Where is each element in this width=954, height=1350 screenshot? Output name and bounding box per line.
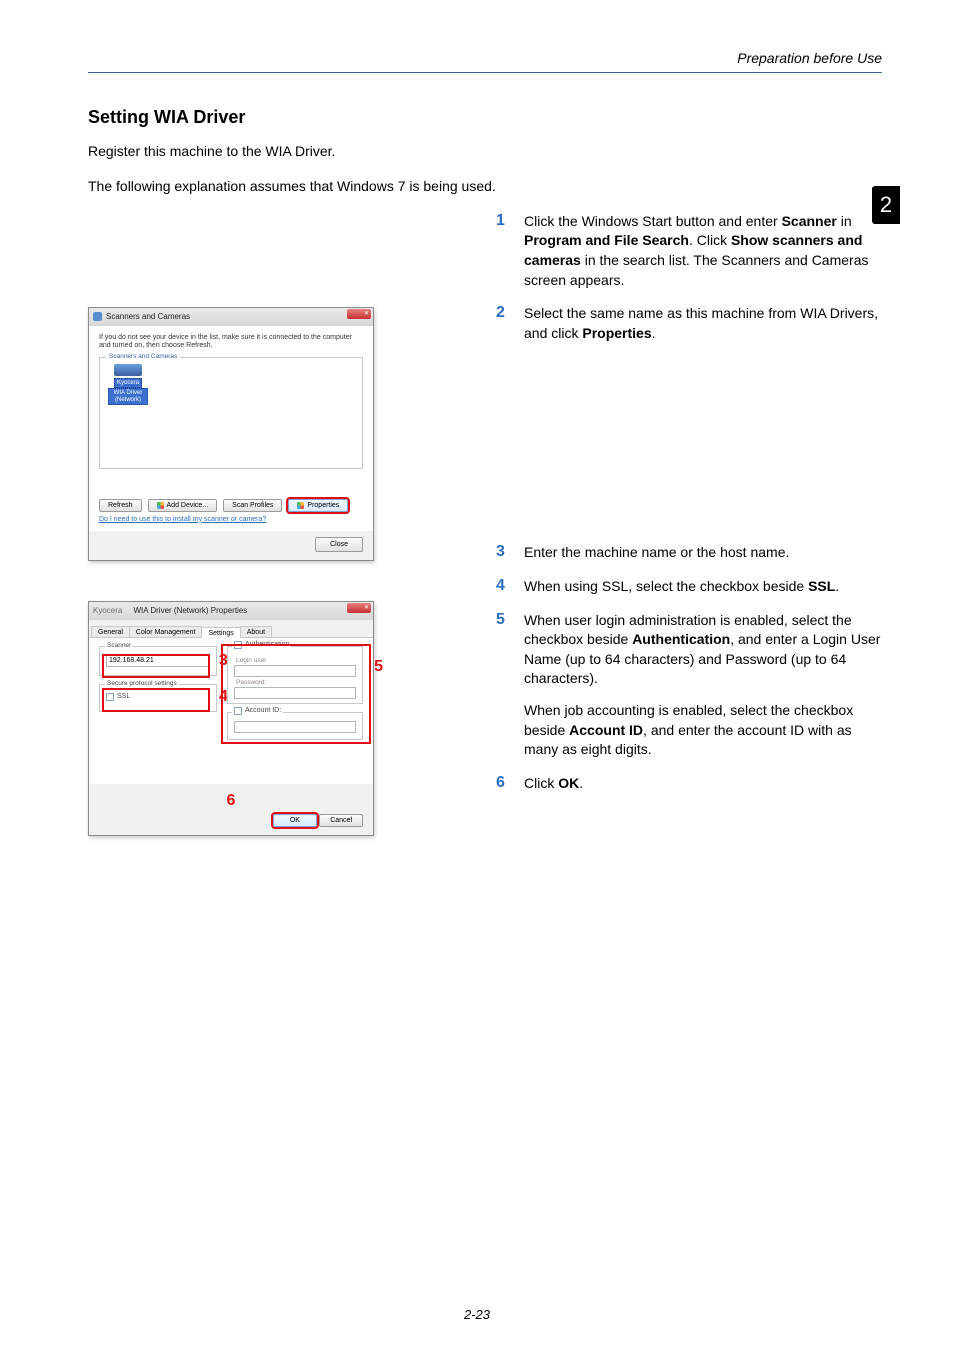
properties-button[interactable]: Properties: [288, 499, 348, 512]
tab-color-management[interactable]: Color Management: [129, 626, 203, 637]
device-label-line2: WIA Driver (Network): [108, 388, 148, 405]
add-device-label: Add Device...: [167, 502, 209, 509]
authentication-fieldset: Authentication Login user Password:: [227, 646, 363, 704]
window-close-icon[interactable]: ✕: [347, 309, 371, 319]
step-5: 5 When user login administration is enab…: [496, 611, 882, 760]
scanner-legend: Scanner: [105, 642, 133, 649]
ssl-checkbox[interactable]: SSL: [106, 693, 210, 701]
step-number: 3: [496, 543, 508, 563]
step-2: 2 Select the same name as this machine f…: [496, 304, 882, 343]
step-1: 1 Click the Windows Start button and ent…: [496, 212, 882, 290]
close-button[interactable]: Close: [315, 537, 363, 552]
step-number: 2: [496, 304, 508, 343]
callout-num-6: 6: [99, 792, 363, 810]
install-help-link[interactable]: Do I need to use this to install my scan…: [99, 516, 266, 523]
shield-icon: [297, 502, 304, 509]
account-id-input[interactable]: [234, 721, 356, 733]
intro-paragraph-2: The following explanation assumes that W…: [88, 177, 882, 196]
authentication-checkbox[interactable]: Authentication: [232, 641, 291, 649]
device-label-line1: Kyocera: [114, 378, 142, 389]
account-id-label: Account ID:: [245, 707, 281, 714]
refresh-button[interactable]: Refresh: [99, 499, 142, 512]
section-title: Setting WIA Driver: [88, 107, 882, 128]
add-device-button[interactable]: Add Device...: [148, 499, 218, 512]
dialog1-message: If you do not see your device in the lis…: [99, 334, 363, 351]
step-text: Click OK.: [524, 774, 882, 794]
scanner-address-input[interactable]: [106, 655, 210, 667]
step-4: 4 When using SSL, select the checkbox be…: [496, 577, 882, 597]
step-6: 6 Click OK.: [496, 774, 882, 794]
dialog2-title: WIA Driver (Network) Properties: [133, 606, 247, 615]
scanner-fieldset: Scanner: [99, 646, 217, 676]
cancel-button[interactable]: Cancel: [319, 814, 363, 827]
password-input[interactable]: [234, 687, 356, 699]
account-id-fieldset: Account ID:: [227, 712, 363, 740]
dialog1-titlebar: Scanners and Cameras ✕: [89, 308, 373, 326]
password-label: Password:: [236, 679, 356, 686]
step-3: 3 Enter the machine name or the host nam…: [496, 543, 882, 563]
authentication-label: Authentication: [245, 641, 289, 648]
login-user-input[interactable]: [234, 665, 356, 677]
scanners-cameras-dialog: Scanners and Cameras ✕ If you do not see…: [88, 307, 374, 561]
ssl-label: SSL: [117, 693, 130, 700]
dialog2-tabs: General Color Management Settings About: [89, 620, 373, 638]
account-id-checkbox[interactable]: Account ID:: [232, 707, 283, 715]
scan-profiles-button[interactable]: Scan Profiles: [223, 499, 282, 512]
dialog1-title: Scanners and Cameras: [106, 312, 190, 321]
step-text: Click the Windows Start button and enter…: [524, 212, 882, 290]
scanners-fieldset: Scanners and Cameras Kyocera WIA Driver …: [99, 357, 363, 469]
step-number: 6: [496, 774, 508, 794]
step-text: When user login administration is enable…: [524, 611, 882, 760]
ok-button[interactable]: OK: [273, 814, 317, 827]
running-header: Preparation before Use: [88, 50, 882, 73]
step-text: Select the same name as this machine fro…: [524, 304, 882, 343]
callout-num-5: 5: [374, 658, 383, 676]
window-close-icon[interactable]: ✕: [347, 603, 371, 613]
step-number: 4: [496, 577, 508, 597]
scanners-fieldset-legend: Scanners and Cameras: [106, 353, 180, 360]
chapter-tab: 2: [872, 186, 900, 224]
tab-settings[interactable]: Settings: [201, 627, 240, 638]
scanner-icon: [114, 364, 142, 376]
wia-properties-dialog: Kyocera WIA Driver (Network) Properties …: [88, 601, 374, 836]
step-number: 1: [496, 212, 508, 290]
page-number: 2-23: [0, 1307, 954, 1322]
intro-paragraph-1: Register this machine to the WIA Driver.: [88, 142, 882, 161]
step-text: When using SSL, select the checkbox besi…: [524, 577, 882, 597]
step-number: 5: [496, 611, 508, 760]
shield-icon: [157, 502, 164, 509]
step-text: Enter the machine name or the host name.: [524, 543, 882, 563]
dialog1-icon: [93, 312, 102, 321]
dialog2-titlebar: Kyocera WIA Driver (Network) Properties …: [89, 602, 373, 620]
tab-about[interactable]: About: [240, 626, 272, 637]
properties-label: Properties: [307, 502, 339, 509]
tab-general[interactable]: General: [91, 626, 130, 637]
secure-protocol-legend: Secure protocol settings: [105, 680, 179, 687]
login-user-label: Login user: [236, 657, 356, 664]
secure-protocol-fieldset: Secure protocol settings SSL: [99, 684, 217, 712]
wia-device-item[interactable]: Kyocera WIA Driver (Network): [108, 364, 148, 406]
